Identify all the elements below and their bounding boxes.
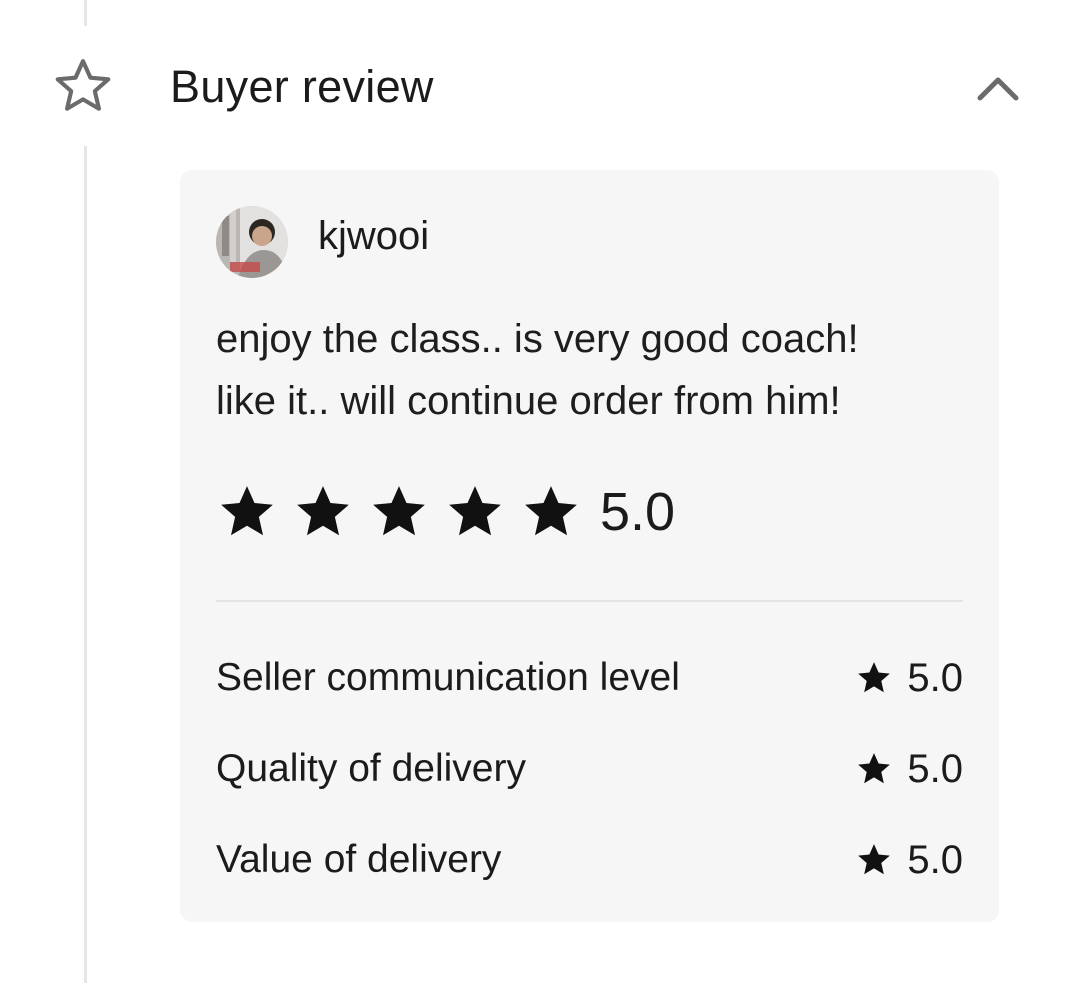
review-text-line: enjoy the class.. is very good coach! <box>216 317 859 361</box>
star-filled-icon <box>858 662 891 693</box>
criteria-score: 5.0 <box>855 838 963 883</box>
star-filled-icon <box>858 753 891 784</box>
star-outline-icon <box>55 59 111 111</box>
criteria-label: Quality of delivery <box>216 747 526 790</box>
section-title: Buyer review <box>170 61 434 112</box>
chevron-up-icon[interactable] <box>968 66 1028 110</box>
review-text: enjoy the class.. is very good coach! li… <box>216 308 976 432</box>
criteria-row-seller-communication: Seller communication level 5.0 <box>216 648 963 708</box>
criteria-label: Value of delivery <box>216 838 502 881</box>
criteria-value: 5.0 <box>907 837 963 882</box>
criteria-value: 5.0 <box>907 746 963 791</box>
star-filled-icon <box>373 486 425 536</box>
star-filled-icon <box>221 486 273 536</box>
criteria-score: 5.0 <box>855 747 963 792</box>
avatar[interactable] <box>216 206 288 278</box>
reviewer-name[interactable]: kjwooi <box>318 210 429 262</box>
criteria-value: 5.0 <box>907 655 963 700</box>
rating-value: 5.0 <box>600 482 676 542</box>
star-filled-icon <box>858 844 891 875</box>
review-card: kjwooi enjoy the class.. is very good co… <box>180 170 999 922</box>
criteria-label: Seller communication level <box>216 656 680 699</box>
criteria-row-value-of-delivery: Value of delivery 5.0 <box>216 830 963 890</box>
criteria-row-quality-of-delivery: Quality of delivery 5.0 <box>216 739 963 799</box>
star-filled-icon <box>297 486 349 536</box>
timeline-line-top <box>84 0 87 26</box>
criteria-score: 5.0 <box>855 656 963 701</box>
review-text-line: like it.. will continue order from him! <box>216 379 841 423</box>
star-filled-icon <box>449 486 501 536</box>
star-filled-icon <box>525 486 577 536</box>
avatar-image <box>216 206 288 278</box>
timeline-line <box>84 146 87 983</box>
overall-rating: 5.0 <box>216 476 675 548</box>
divider <box>216 600 963 602</box>
